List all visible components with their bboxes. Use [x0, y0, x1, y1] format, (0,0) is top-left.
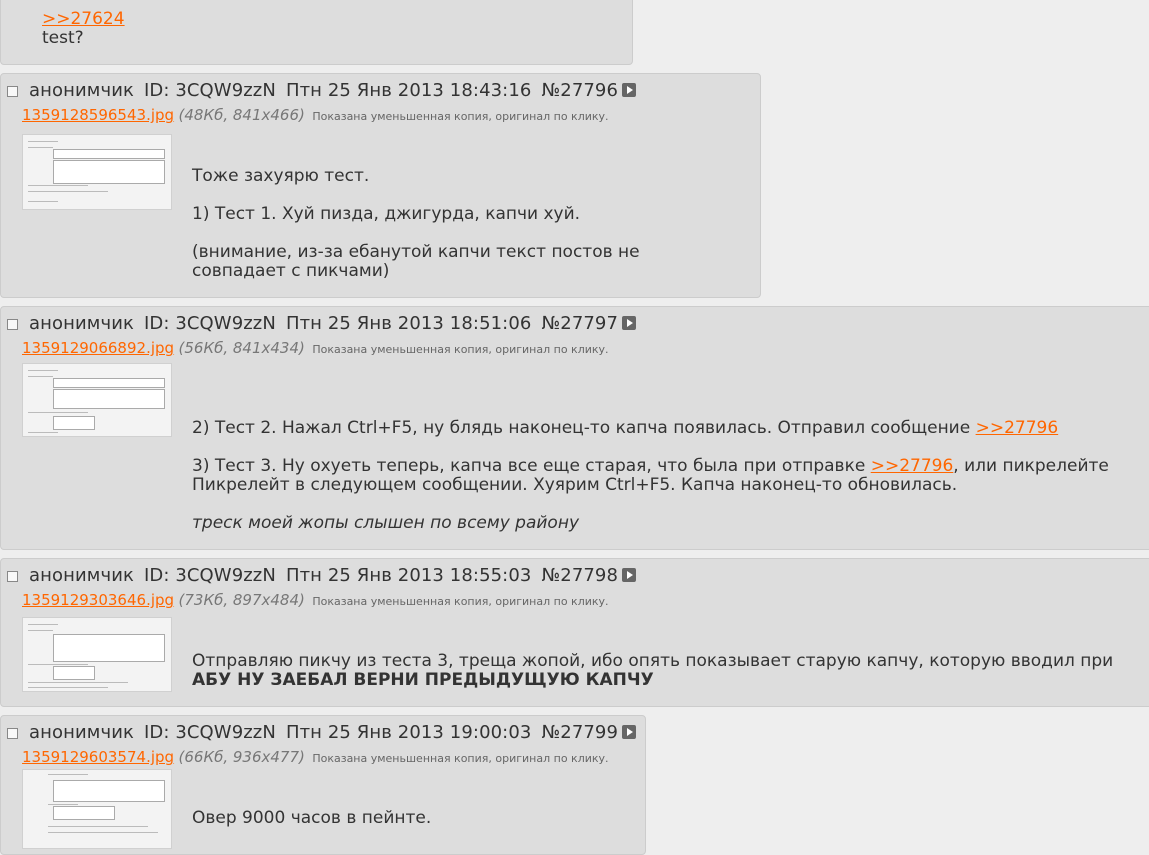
file-link[interactable]: 1359129603574.jpg — [22, 748, 174, 766]
post-number[interactable]: №27799 — [541, 722, 618, 743]
file-link[interactable]: 1359129303646.jpg — [22, 591, 174, 609]
file-meta: (48Кб, 841x466) — [178, 106, 305, 124]
post-date: Птн 25 Янв 2013 19:00:03 — [285, 722, 532, 743]
post-text-line: Пикрелейт в следующем сообщении. Хуярим … — [192, 475, 958, 495]
post-text-line: 3) Тест 3. Ну охуеть теперь, капча все е… — [192, 456, 1109, 476]
file-meta: (56Кб, 841x434) — [178, 339, 305, 357]
reply-link[interactable]: >>27796 — [871, 456, 954, 476]
file-info: 1359129303646.jpg (73Кб, 897x484) Показа… — [22, 591, 609, 609]
post-text-line: Тоже захуярю тест. — [192, 166, 370, 186]
post-27624-partial: >>27624 test? — [0, 0, 633, 65]
post-date: Птн 25 Янв 2013 18:55:03 — [285, 565, 532, 586]
post-27798: анонимчик ID: 3CQW9zzN Птн 25 Янв 2013 18:… — [0, 558, 1149, 707]
post-text-line: АБУ НУ ЗАЕБАЛ ВЕРНИ ПРЕДЫДУЩУЮ КАПЧУ — [192, 670, 654, 690]
post-number[interactable]: №27798 — [541, 565, 618, 586]
file-note: Показана уменьшенная копия, оригинал по … — [312, 343, 609, 356]
post-author: анонимчик — [29, 80, 134, 101]
post-27797: анонимчик ID: 3CQW9zzN Птн 25 Янв 2013 18:… — [0, 306, 1149, 550]
reply-link[interactable]: >>27796 — [976, 418, 1059, 438]
post-body: Тоже захуярю тест. 1) Тест 1. Хуй пизда,… — [192, 167, 640, 281]
post-author: анонимчик — [29, 722, 134, 743]
file-link[interactable]: 1359128596543.jpg — [22, 106, 174, 124]
post-header: анонимчик ID: 3CQW9zzN Птн 25 Янв 2013 18:… — [29, 565, 646, 586]
poster-id: ID: 3CQW9zzN — [143, 80, 276, 101]
post-number[interactable]: №27797 — [541, 313, 618, 334]
post-date: Птн 25 Янв 2013 18:43:16 — [285, 80, 532, 101]
post-27796: анонимчик ID: 3CQW9zzN Птн 25 Янв 2013 18:… — [0, 73, 761, 298]
post-text-line: треск моей жопы слышен по всему району — [192, 513, 579, 533]
post-text-line: совпадает с пикчами) — [192, 261, 390, 281]
file-info: 1359129603574.jpg (66Кб, 936x477) Показа… — [22, 748, 609, 766]
poster-id: ID: 3CQW9zzN — [143, 722, 276, 743]
post-text-line: 2) Тест 2. Нажал Ctrl+F5, ну блядь након… — [192, 418, 1059, 438]
post-text-line: Отправляю пикчу из теста 3, треща жопой,… — [192, 651, 1114, 671]
play-icon[interactable] — [622, 316, 637, 330]
file-link[interactable]: 1359129066892.jpg — [22, 339, 174, 357]
post-header: анонимчик ID: 3CQW9zzN Птн 25 Янв 2013 19:… — [29, 722, 646, 743]
reply-link[interactable]: >>27624 — [42, 9, 125, 29]
post-text-line: (внимание, из-за ебанутой капчи текст по… — [192, 242, 640, 262]
post-thumbnail[interactable] — [22, 134, 172, 210]
post-header: анонимчик ID: 3CQW9zzN Птн 25 Янв 2013 18:… — [29, 313, 646, 334]
post-text-line: 1) Тест 1. Хуй пизда, джигурда, капчи ху… — [192, 204, 581, 224]
post-select-checkbox[interactable] — [7, 571, 18, 582]
post-27799: анонимчик ID: 3CQW9zzN Птн 25 Янв 2013 19:… — [0, 715, 646, 855]
play-icon[interactable] — [622, 83, 637, 97]
file-note: Показана уменьшенная копия, оригинал по … — [312, 110, 609, 123]
post-header: анонимчик ID: 3CQW9zzN Птн 25 Янв 2013 18:… — [29, 80, 646, 101]
post-number[interactable]: №27796 — [541, 80, 618, 101]
post-text-line: Овер 9000 часов в пейнте. — [192, 808, 432, 828]
file-meta: (73Кб, 897x484) — [178, 591, 305, 609]
post-thumbnail[interactable] — [22, 617, 172, 692]
post-select-checkbox[interactable] — [7, 319, 18, 330]
post-thumbnail[interactable] — [22, 363, 172, 437]
file-info: 1359129066892.jpg (56Кб, 841x434) Показа… — [22, 339, 609, 357]
post-date: Птн 25 Янв 2013 18:51:06 — [285, 313, 532, 334]
file-note: Показана уменьшенная копия, оригинал по … — [312, 595, 609, 608]
post-body: Отправляю пикчу из теста 3, треща жопой,… — [192, 652, 1113, 690]
file-note: Показана уменьшенная копия, оригинал по … — [312, 752, 609, 765]
post-author: анонимчик — [29, 565, 134, 586]
post-select-checkbox[interactable] — [7, 86, 18, 97]
post-body: Овер 9000 часов в пейнте. — [192, 809, 431, 828]
poster-id: ID: 3CQW9zzN — [143, 565, 276, 586]
post-select-checkbox[interactable] — [7, 728, 18, 739]
poster-id: ID: 3CQW9zzN — [143, 313, 276, 334]
file-info: 1359128596543.jpg (48Кб, 841x466) Показа… — [22, 106, 609, 124]
play-icon[interactable] — [622, 725, 637, 739]
play-icon[interactable] — [622, 568, 637, 582]
post-author: анонимчик — [29, 313, 134, 334]
post-message: test? — [42, 28, 84, 48]
post-body: 2) Тест 2. Нажал Ctrl+F5, ну блядь након… — [192, 419, 1109, 533]
post-thumbnail[interactable] — [22, 769, 172, 849]
file-meta: (66Кб, 936x477) — [178, 748, 305, 766]
